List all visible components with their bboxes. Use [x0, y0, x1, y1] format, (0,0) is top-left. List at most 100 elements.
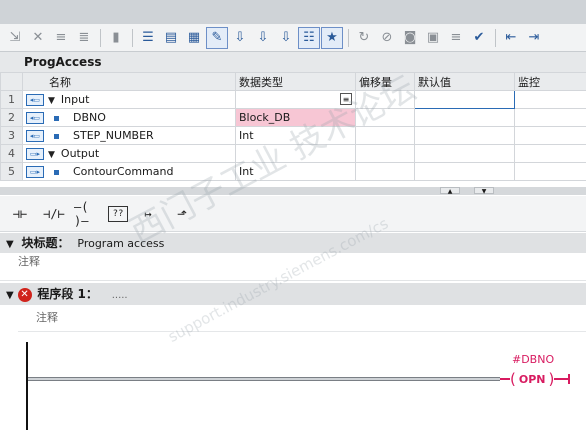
insert-row-icon[interactable]: ≡	[50, 27, 72, 49]
table-header-row: 名称 数据类型 偏移量 默认值 监控	[0, 72, 586, 91]
favorites-icon[interactable]: ⇩	[252, 27, 274, 49]
name-cell[interactable]: ◂▭ DBNO	[22, 108, 236, 127]
column-header-offset[interactable]: 偏移量	[355, 72, 415, 91]
column-header-monitor[interactable]: 监控	[514, 72, 586, 91]
monitor-cell	[514, 108, 586, 127]
block-interface-title: ProgAccess	[0, 52, 586, 72]
editor-title: ProgAccess	[24, 55, 102, 69]
variable-name: Input	[60, 93, 90, 106]
splitter-down-icon[interactable]: ▼	[474, 187, 494, 195]
power-rail	[26, 342, 28, 430]
table-row[interactable]: 1 ◂▭ ▼ Input ≡	[0, 90, 586, 109]
name-cell[interactable]: ◂▭ STEP_NUMBER	[22, 126, 236, 145]
row-number: 4	[0, 144, 23, 163]
window-top-bar	[0, 0, 586, 24]
exit-icon[interactable]: ⇥	[523, 27, 545, 49]
column-header-name[interactable]: 名称	[22, 72, 236, 91]
browse-list-icon[interactable]: ≡	[340, 93, 352, 105]
coil-right-wire	[554, 378, 569, 380]
toolbar-separator	[495, 28, 496, 47]
toolbar-separator	[132, 28, 133, 47]
open-branch-icon[interactable]: ↦	[134, 202, 162, 226]
monitor-cell	[514, 144, 586, 163]
collapse-triangle-icon[interactable]: ▼	[6, 239, 14, 250]
network-title[interactable]: .....	[112, 290, 128, 301]
network-comment[interactable]: 注释	[18, 306, 586, 332]
block-title-bar[interactable]: ▼ 块标题： Program access	[0, 233, 586, 253]
insert-network-icon[interactable]: ⇲	[4, 27, 26, 49]
coil-icon[interactable]: –( )–	[74, 200, 102, 228]
interface-section-icon: ◂▭	[26, 112, 44, 124]
toolbar-separator	[348, 28, 349, 47]
name-cell[interactable]: ◂▭ ▼ Input	[22, 90, 236, 109]
opn-coil[interactable]: ( OPN )	[500, 370, 571, 388]
coil-label: OPN	[518, 372, 546, 386]
column-header-datatype[interactable]: 数据类型	[235, 72, 356, 91]
list-view-icon[interactable]: ☷	[298, 26, 320, 49]
block-title-value[interactable]: Program access	[77, 237, 164, 250]
variable-name: DBNO	[73, 111, 106, 124]
variable-bullet-icon	[54, 133, 59, 139]
coil-left-wire	[500, 378, 510, 380]
collapse-all-icon[interactable]: ▤	[160, 27, 182, 49]
expand-all-icon[interactable]: ☰	[137, 27, 159, 49]
collapse-triangle-icon[interactable]: ▼	[6, 290, 14, 301]
variable-bullet-icon	[54, 115, 59, 121]
add-row-icon[interactable]: ≣	[73, 27, 95, 49]
coil-end-tick	[568, 374, 571, 384]
camera-icon[interactable]: ◙	[399, 27, 421, 49]
row-number-header	[0, 72, 23, 91]
table-row[interactable]: 3 ◂▭ STEP_NUMBER Int	[0, 126, 586, 145]
empty-box-icon[interactable]: ??	[108, 205, 128, 222]
datatype-cell[interactable]: ≡	[235, 90, 356, 109]
table-row[interactable]: 4 ▭▸ ▼ Output	[0, 144, 586, 163]
close-branch-icon[interactable]: ⬏	[168, 202, 196, 226]
expand-triangle-icon[interactable]: ▼	[48, 150, 55, 160]
star-icon[interactable]: ★	[321, 26, 343, 49]
default-value-cell[interactable]	[414, 108, 515, 127]
splitter-up-icon[interactable]: ▲	[440, 187, 460, 195]
enter-icon[interactable]: ⇤	[500, 27, 522, 49]
datatype-cell[interactable]: Block_DB	[235, 108, 356, 127]
ladder-rung-wire[interactable]	[28, 377, 500, 381]
block-comment-text: 注释	[18, 255, 40, 268]
default-value-cell[interactable]	[414, 162, 515, 181]
go-to-icon[interactable]: ↻	[353, 27, 375, 49]
monitor-cell	[514, 162, 586, 181]
table-row[interactable]: 5 ▭▸ ContourCommand Int	[0, 162, 586, 181]
text-icon[interactable]: ≡	[445, 27, 467, 49]
default-value-cell[interactable]	[414, 90, 515, 109]
monitor-cell	[514, 90, 586, 109]
datatype-cell[interactable]: Int	[235, 162, 356, 181]
absolute-operand-icon[interactable]: ⇩	[229, 27, 251, 49]
datatype-cell[interactable]	[235, 144, 356, 163]
network-title-bar[interactable]: ▼ ✕ 程序段 1： .....	[0, 283, 586, 305]
row-number: 3	[0, 126, 23, 145]
network-view-icon[interactable]: ▦	[183, 27, 205, 49]
default-value-cell[interactable]	[414, 126, 515, 145]
offset-cell	[355, 144, 415, 163]
row-number: 5	[0, 162, 23, 181]
block-comment[interactable]: 注释	[0, 253, 586, 281]
coil-operand[interactable]: #DBNO	[512, 353, 554, 366]
comments-toggle-icon[interactable]: ✎	[206, 26, 228, 49]
monitor-icon[interactable]: ⇩	[275, 27, 297, 49]
datatype-cell[interactable]: Int	[235, 126, 356, 145]
check-icon[interactable]: ✔	[468, 27, 490, 49]
table-row[interactable]: 2 ◂▭ DBNO Block_DB	[0, 108, 586, 127]
no-contact-icon[interactable]: ⊣⊢	[6, 202, 34, 226]
pin-icon[interactable]: ▣	[422, 27, 444, 49]
row-number: 2	[0, 108, 23, 127]
editor-toolbar: ⇲ ✕ ≡ ≣ ▮ ☰ ▤ ▦ ✎ ⇩ ⇩ ⇩ ☷ ★ ↻ ⊘ ◙ ▣ ≡ ✔ …	[0, 24, 586, 52]
interface-section-icon: ◂▭	[26, 130, 44, 142]
default-value-cell[interactable]	[414, 144, 515, 163]
download-icon[interactable]: ▮	[105, 27, 127, 49]
wire-icon[interactable]: ⊘	[376, 27, 398, 49]
expand-triangle-icon[interactable]: ▼	[48, 96, 55, 106]
delete-network-icon[interactable]: ✕	[27, 27, 49, 49]
column-header-default[interactable]: 默认值	[414, 72, 515, 91]
nc-contact-icon[interactable]: ⊣/⊢	[40, 202, 68, 226]
name-cell[interactable]: ▭▸ ▼ Output	[22, 144, 236, 163]
splitter-bar[interactable]	[0, 187, 586, 195]
name-cell[interactable]: ▭▸ ContourCommand	[22, 162, 236, 181]
